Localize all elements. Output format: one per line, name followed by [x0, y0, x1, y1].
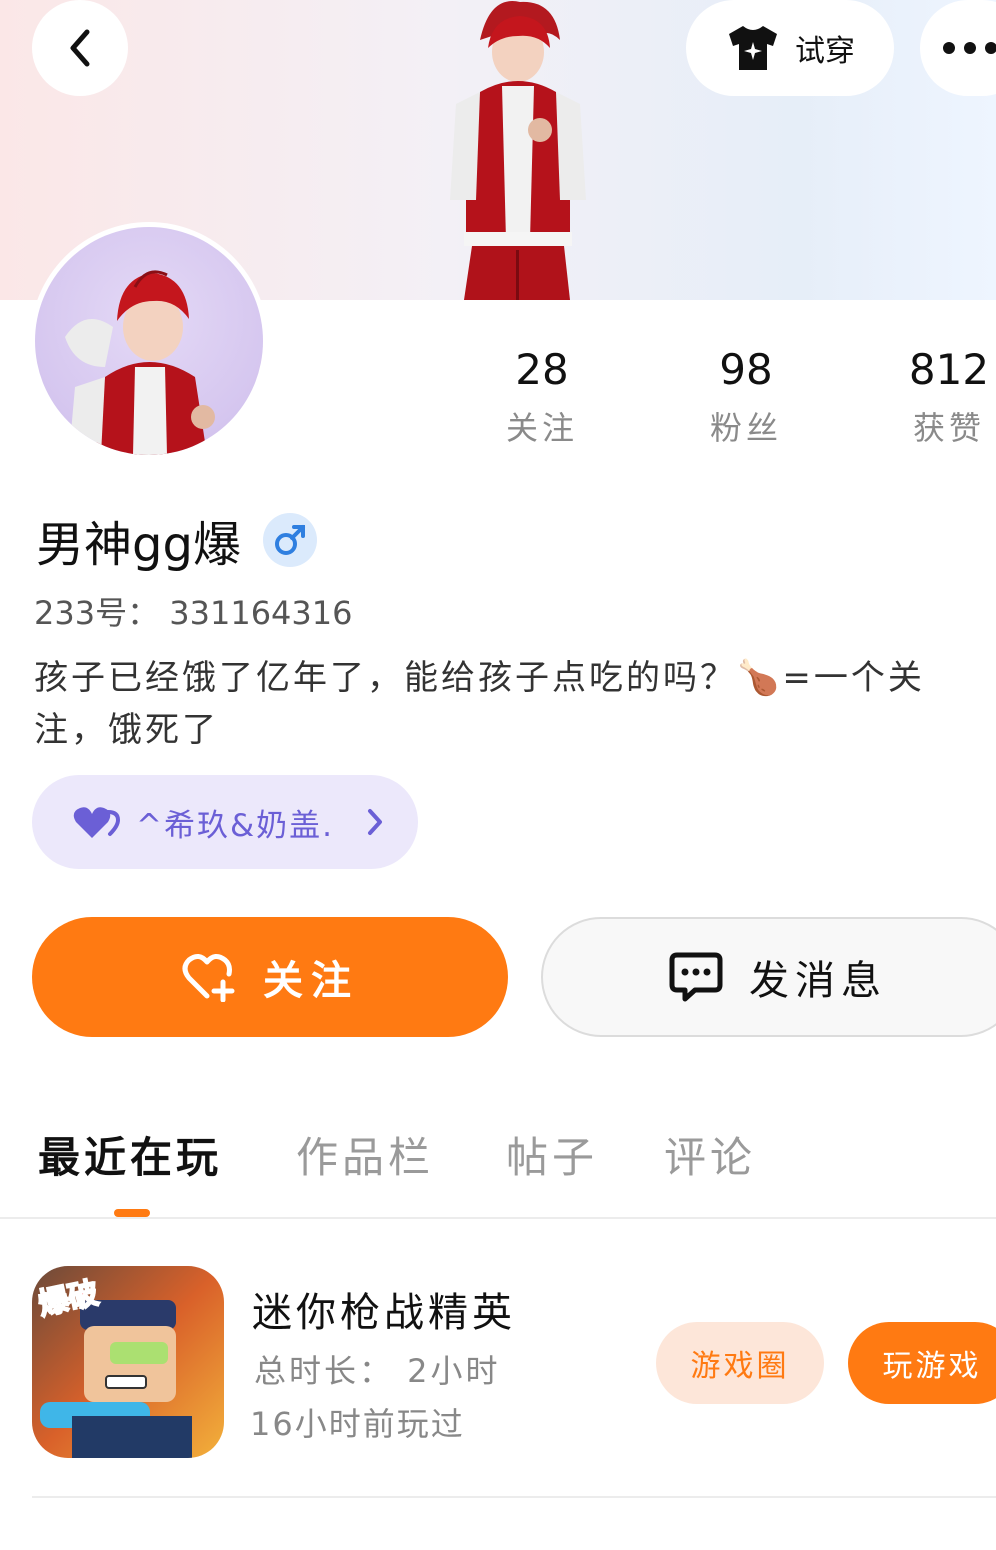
game-circle-button[interactable]: 游戏圈: [656, 1322, 824, 1404]
profile-bio: 孩子已经饿了亿年了，能给孩子点吃的吗？🍗=一个关注，饿死了: [34, 658, 925, 750]
character-figure-image: [450, 1, 586, 300]
shirt-icon: [729, 26, 777, 70]
follow-label: 关注: [263, 958, 359, 1004]
user-id: 233号： 331164316: [34, 594, 353, 632]
heart-plus-icon: [182, 954, 235, 1002]
tab-works[interactable]: 作品栏: [296, 1124, 434, 1185]
double-heart-icon: [73, 807, 121, 838]
name-row: 男神gg爆: [36, 505, 317, 575]
group-name: ^希玖&奶盖.: [136, 807, 335, 844]
stat-likes-count: 812: [908, 345, 990, 394]
game-cover-image: 爆破: [32, 1266, 224, 1458]
avatar[interactable]: [30, 222, 268, 460]
back-button[interactable]: [32, 0, 128, 96]
active-tab-indicator: [114, 1209, 150, 1217]
profile-tabs: 最近在玩 作品栏 帖子 评论: [0, 1110, 996, 1218]
chevron-left-icon: [70, 29, 90, 67]
send-message-label: 发消息: [749, 958, 887, 1004]
chevron-right-icon: [368, 809, 383, 835]
try-on-button[interactable]: 试穿: [686, 0, 894, 96]
list-item[interactable]: 爆破 迷你枪战精英 总时长： 2小时 16小时前玩过 游戏圈 玩游戏: [32, 1266, 996, 1460]
game-duration: 总时长： 2小时: [254, 1352, 501, 1390]
game-icon[interactable]: 爆破: [32, 1266, 224, 1458]
stat-likes[interactable]: 812 获赞: [879, 340, 996, 456]
tabs-divider: [0, 1217, 996, 1219]
stat-following[interactable]: 28 关注: [472, 340, 612, 456]
tab-posts[interactable]: 帖子: [506, 1124, 598, 1185]
game-last-played: 16小时前玩过: [250, 1405, 465, 1443]
play-game-button[interactable]: 玩游戏: [848, 1322, 996, 1404]
stat-fans-label: 粉丝: [709, 409, 782, 447]
avatar-character-image: [65, 270, 215, 455]
profile-name: 男神gg爆: [36, 517, 241, 573]
stat-fans[interactable]: 98 粉丝: [676, 340, 816, 456]
group-link[interactable]: ^希玖&奶盖.: [32, 775, 418, 869]
stat-following-count: 28: [515, 345, 569, 394]
stat-fans-count: 98: [719, 345, 773, 394]
chat-bubble-icon: [669, 952, 723, 1002]
male-gender-icon: [262, 513, 317, 567]
game-title: 迷你枪战精英: [252, 1290, 516, 1336]
try-on-label: 试穿: [795, 34, 855, 69]
stat-likes-label: 获赞: [912, 409, 985, 447]
more-dots-icon: [943, 42, 996, 54]
follow-button[interactable]: 关注: [32, 917, 508, 1037]
send-message-button[interactable]: 发消息: [541, 917, 996, 1037]
row-divider: [32, 1496, 996, 1498]
stat-following-label: 关注: [505, 409, 578, 447]
tab-recently-played[interactable]: 最近在玩: [38, 1124, 222, 1185]
tab-comments[interactable]: 评论: [664, 1124, 756, 1185]
